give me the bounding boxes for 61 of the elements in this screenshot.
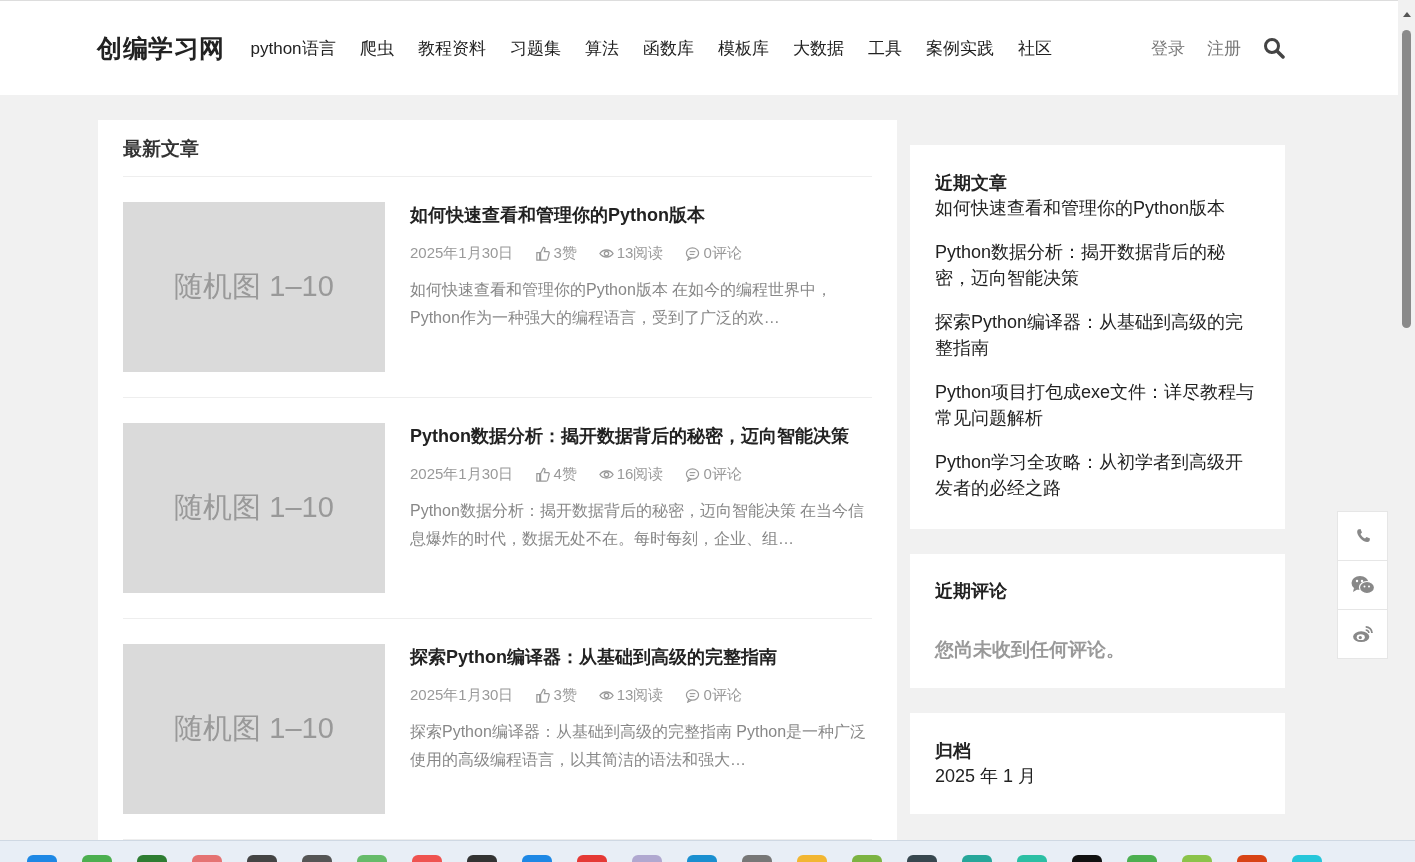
nav-link[interactable]: 函数库 [642, 36, 694, 60]
auth-link[interactable]: 注册 [1207, 36, 1241, 60]
nav-link[interactable]: 案例实践 [925, 36, 994, 60]
like-count: 3赞 [553, 686, 577, 705]
recent-post-link[interactable]: Python数据分析：揭开数据背后的秘密，迈向智能决策 [935, 239, 1260, 291]
widget-title: 近期文章 [935, 172, 1008, 195]
empty-message: 您尚未收到任何评论。 [935, 638, 1126, 662]
nav-link[interactable]: python语言 [250, 36, 336, 60]
article-excerpt: Python数据分析：揭开数据背后的秘密，迈向智能决策 在当今信息爆炸的时代，数据无处不在。每时每刻，企业、组… [410, 501, 866, 549]
comment-count: 0评论 [703, 244, 742, 263]
post-date: 2025年1月30日 [410, 465, 514, 484]
widget-title: 归档 [935, 740, 972, 763]
nav-link[interactable]: 爬虫 [359, 36, 394, 60]
article-excerpt: 如何快速查看和管理你的Python版本 在如今的编程世界中，Python作为一种强大的编程语言，受到了广泛的欢… [410, 280, 834, 328]
thumbs-up-icon [535, 467, 551, 482]
comment-count: 0评论 [703, 686, 742, 705]
article-title[interactable]: Python数据分析：揭开数据背后的秘密，迈向智能决策 [410, 424, 872, 448]
comment-icon [685, 688, 701, 703]
nav-link[interactable]: 社区 [1017, 36, 1052, 60]
eye-icon [598, 467, 614, 482]
site-logo[interactable]: 创编学习网 [97, 31, 225, 65]
recent-post-link[interactable]: 探索Python编译器：从基础到高级的完整指南 [935, 309, 1260, 361]
archive-link[interactable]: 2025 年 1 月 [935, 763, 1260, 789]
weibo-icon [1351, 625, 1374, 643]
view-count: 13阅读 [616, 244, 664, 263]
auth-link[interactable]: 登录 [1151, 36, 1185, 60]
article-title[interactable]: 如何快速查看和管理你的Python版本 [410, 203, 872, 227]
widget-title: 近期评论 [935, 580, 1008, 603]
comment-icon [685, 467, 701, 482]
placeholder-label: 随机图 1–10 [174, 269, 334, 304]
eye-icon [598, 688, 614, 703]
article-title[interactable]: 探索Python编译器：从基础到高级的完整指南 [410, 645, 872, 669]
nav-link[interactable]: 模板库 [717, 36, 769, 60]
placeholder-label: 随机图 1–10 [174, 490, 334, 525]
thumbs-up-icon [535, 246, 551, 261]
scroll-thumb[interactable] [1402, 30, 1411, 328]
nav-link[interactable]: 大数据 [792, 36, 844, 60]
like-count: 4赞 [553, 465, 577, 484]
comment-icon [685, 246, 701, 261]
comment-count: 0评论 [703, 465, 742, 484]
like-count: 3赞 [553, 244, 577, 263]
section-title: 最新文章 [123, 120, 872, 177]
eye-icon [598, 246, 614, 261]
recent-post-link[interactable]: 如何快速查看和管理你的Python版本 [935, 195, 1260, 221]
view-count: 13阅读 [616, 686, 664, 705]
recent-post-link[interactable]: Python学习全攻略：从初学者到高级开发者的必经之路 [935, 449, 1260, 501]
chat-bubbles-icon [1350, 575, 1375, 595]
view-count: 16阅读 [616, 465, 664, 484]
nav-link[interactable]: 教程资料 [417, 36, 486, 60]
recent-post-link[interactable]: Python项目打包成exe文件：详尽教程与常见问题解析 [935, 379, 1260, 431]
thumbs-up-icon [535, 688, 551, 703]
nav-link[interactable]: 算法 [584, 36, 619, 60]
article-excerpt: 探索Python编译器：从基础到高级的完整指南 Python是一种广泛使用的高级编程语言，以其简洁的语法和强大… [410, 722, 868, 770]
post-date: 2025年1月30日 [410, 686, 514, 705]
search-icon[interactable] [1263, 37, 1285, 59]
phone-icon [1354, 528, 1371, 544]
scroll-up-icon[interactable] [1402, 11, 1411, 17]
post-date: 2025年1月30日 [410, 244, 514, 263]
placeholder-label: 随机图 1–10 [174, 711, 334, 746]
nav-link[interactable]: 习题集 [509, 36, 561, 60]
nav-link[interactable]: 工具 [867, 36, 902, 60]
